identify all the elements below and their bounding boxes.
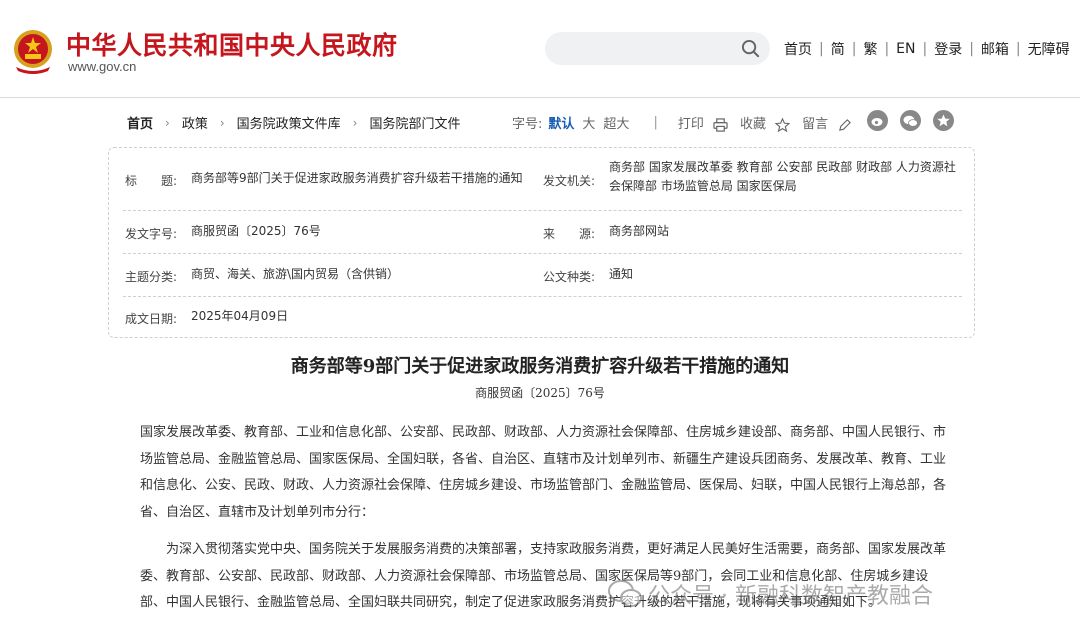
nav-separator: | [884, 41, 890, 57]
category-value: 商贸、海关、旅游\国内贸易（含供销） [191, 267, 400, 281]
docno-label: 发文字号: [125, 227, 178, 241]
star-icon [775, 117, 791, 132]
source-label: 来 源: [543, 227, 596, 241]
title-value: 商务部等9部门关于促进家政服务消费扩容升级若干措施的通知 [191, 171, 523, 185]
site-domain: www.gov.cn [68, 59, 137, 74]
page-tools: 字号: 默认 大 超大 | 打印 收藏 留言 | [512, 113, 901, 132]
qzone-icon[interactable] [933, 110, 954, 131]
nav-login-link[interactable]: 登录 [934, 39, 962, 59]
nav-home-link[interactable]: 首页 [784, 39, 812, 59]
breadcrumb-policy-library[interactable]: 国务院政策文件库 [237, 113, 341, 132]
type-label: 公文种类: [543, 270, 596, 284]
breadcrumb: 首页 › 政策 › 国务院政策文件库 › 国务院部门文件 [127, 113, 461, 133]
info-row: 成文日期: 2025年04月09日 [123, 297, 962, 337]
national-emblem-icon[interactable] [10, 27, 56, 75]
breadcrumb-policy[interactable]: 政策 [182, 113, 208, 132]
nav-simplified-link[interactable]: 简 [831, 39, 845, 59]
category-label: 主题分类: [125, 270, 178, 284]
article-title: 商务部等9部门关于促进家政服务消费扩容升级若干措施的通知 [290, 356, 790, 377]
nav-separator: | [969, 41, 974, 57]
nav-separator: | [819, 41, 824, 57]
info-row: 标 题: 商务部等9部门关于促进家政服务消费扩容升级若干措施的通知 发文机关: … [123, 148, 962, 211]
date-value: 2025年04月09日 [191, 309, 289, 323]
info-row: 发文字号: 商服贸函〔2025〕76号 来 源: 商务部网站 [123, 211, 962, 254]
issuer-label: 发文机关: [543, 174, 596, 188]
site-title[interactable]: 中华人民共和国中央人民政府 [66, 26, 398, 62]
title-label: 标 题: [125, 174, 178, 188]
nav-traditional-link[interactable]: 繁 [863, 39, 877, 59]
nav-mailbox-link[interactable]: 邮箱 [981, 39, 1009, 59]
watermark: 公众号 · 新融科数智产教融合 [608, 578, 933, 610]
site-header: 中华人民共和国中央人民政府 www.gov.cn 首页 | 简 | 繁 | EN… [0, 0, 1080, 98]
nav-separator: | [1015, 41, 1021, 57]
share-icons [867, 110, 954, 131]
print-button[interactable]: 打印 [678, 113, 728, 132]
nav-english-link[interactable]: EN [896, 41, 915, 57]
breadcrumb-home[interactable]: 首页 [127, 113, 153, 132]
date-label: 成文日期: [125, 312, 178, 326]
type-value: 通知 [609, 267, 634, 281]
chevron-right-icon: › [219, 115, 225, 130]
docno-value: 商服贸函〔2025〕76号 [191, 224, 321, 238]
wechat-icon[interactable] [900, 110, 921, 131]
weibo-icon[interactable] [867, 110, 888, 131]
favorite-label: 收藏 [739, 117, 766, 132]
font-size-default[interactable]: 默认 [548, 113, 574, 132]
watermark-text: 公众号 · 新融科数智产教融合 [648, 584, 933, 609]
nav-separator: | [922, 41, 928, 57]
font-size-label: 字号: [512, 117, 543, 132]
favorite-button[interactable]: 收藏 [739, 113, 791, 132]
font-size-xlarge[interactable]: 超大 [603, 113, 629, 132]
issuer-value: 商务部 国家发展改革委 教育部 公安部 民政部 财政部 人力资源社会保障部 市场… [609, 160, 956, 193]
wechat-icon [608, 580, 642, 607]
article-doc-number: 商服贸函〔2025〕76号 [475, 386, 605, 400]
printer-icon [713, 117, 728, 132]
comment-button[interactable]: 留言 [802, 113, 852, 132]
nav-separator: | [851, 41, 857, 57]
info-row: 主题分类: 商贸、海关、旅游\国内贸易（含供销） 公文种类: 通知 [123, 254, 962, 297]
comment-label: 留言 [802, 117, 829, 132]
font-size-large[interactable]: 大 [582, 113, 595, 132]
chevron-right-icon: › [165, 115, 170, 130]
breadcrumb-department-docs[interactable]: 国务院部门文件 [369, 113, 460, 132]
print-label: 打印 [677, 117, 704, 132]
article-recipients: 国家发展改革委、教育部、工业和信息化部、公安部、民政部、财政部、人力资源社会保障… [140, 425, 947, 520]
chevron-right-icon: › [352, 115, 358, 130]
pen-icon [839, 118, 852, 131]
document-info-table: 标 题: 商务部等9部门关于促进家政服务消费扩容升级若干措施的通知 发文机关: … [108, 147, 975, 338]
source-value: 商务部网站 [609, 224, 670, 238]
tools-divider: | [653, 115, 658, 130]
search-input[interactable] [545, 32, 770, 65]
top-nav: 首页 | 简 | 繁 | EN | 登录 | 邮箱 | 无障碍 [784, 39, 1070, 59]
nav-accessibility-link[interactable]: 无障碍 [1028, 39, 1070, 59]
search-icon[interactable] [741, 39, 760, 58]
